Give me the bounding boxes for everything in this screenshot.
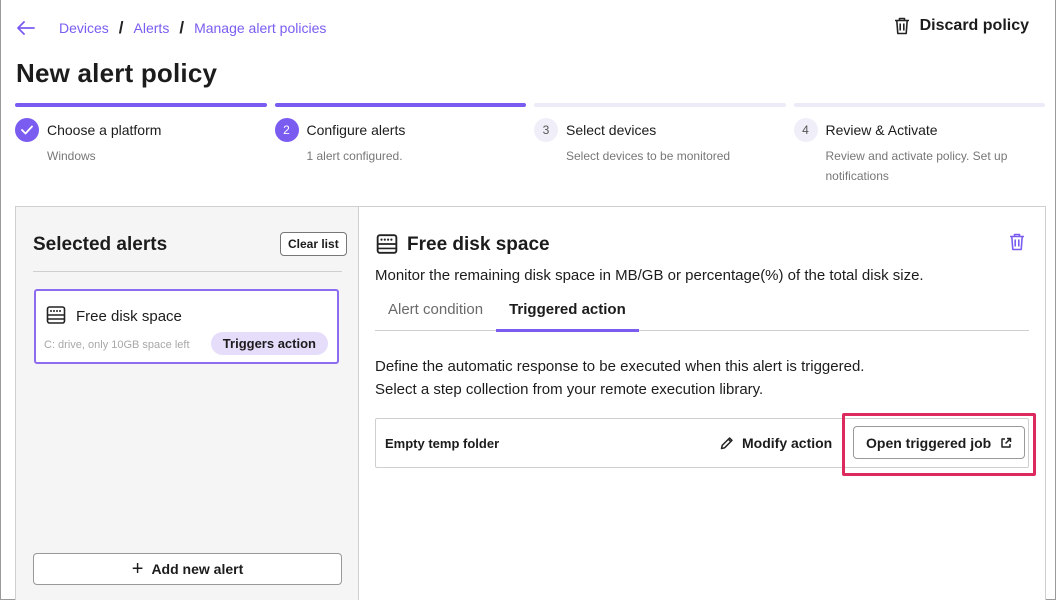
step-progress-bar (274, 103, 526, 107)
selected-alerts-pane: Selected alerts Clear list Free disk spa… (16, 207, 359, 600)
step-subtitle: Windows (47, 149, 96, 163)
alert-config-panel: Selected alerts Clear list Free disk spa… (15, 206, 1046, 600)
step-title: Review & Activate (825, 122, 938, 138)
alert-detail-title: Free disk space (407, 234, 550, 255)
hard-drive-icon (46, 305, 66, 330)
alert-card-name: Free disk space (76, 308, 182, 325)
action-name: Empty temp folder (385, 435, 500, 451)
breadcrumb-manage-alert-policies[interactable]: Manage alert policies (194, 20, 326, 36)
clear-list-button[interactable]: Clear list (280, 232, 347, 256)
top-bar: Devices / Alerts / Manage alert policies… (15, 16, 1031, 40)
step-subtitle: Review and activate policy. Set up notif… (825, 149, 1008, 183)
alert-tabs: Alert condition Triggered action (375, 295, 1029, 332)
step-number: 2 (274, 118, 299, 142)
step-configure-alerts[interactable]: 2 Configure alerts 1 alert configured. (274, 103, 526, 186)
selected-alerts-title: Selected alerts (33, 234, 168, 255)
breadcrumb-separator: / (179, 18, 185, 37)
modify-action-label: Modify action (742, 435, 833, 451)
step-title: Choose a platform (47, 122, 162, 138)
step-number: 4 (793, 118, 818, 142)
step-title: Configure alerts (306, 122, 406, 138)
modify-action-button[interactable]: Modify action (720, 435, 832, 451)
step-select-devices[interactable]: 3 Select devices Select devices to be mo… (534, 103, 786, 186)
add-new-alert-button[interactable]: + Add new alert (33, 553, 342, 585)
open-triggered-job-button[interactable]: Open triggered job (853, 426, 1026, 459)
stepper: Choose a platform Windows 2 Configure al… (15, 103, 1045, 186)
tab-alert-condition[interactable]: Alert condition (375, 295, 496, 331)
discard-policy-label: Discard policy (919, 17, 1029, 34)
breadcrumb-alerts[interactable]: Alerts (134, 20, 170, 36)
instruction-line-2: Select a step collection from your remot… (375, 381, 764, 398)
delete-alert-icon[interactable] (1009, 233, 1025, 256)
checkmark-icon (15, 118, 39, 142)
triggered-action-instructions: Define the automatic response to be exec… (375, 355, 864, 401)
step-title: Select devices (566, 122, 657, 138)
alert-card-free-disk-space[interactable]: Free disk space C: drive, only 10GB spac… (34, 289, 339, 364)
step-progress-bar (15, 103, 267, 107)
alert-card-condition: C: drive, only 10GB space left (44, 339, 190, 351)
hard-drive-icon (376, 233, 398, 260)
plus-icon: + (131, 558, 144, 580)
tab-triggered-action[interactable]: Triggered action (496, 295, 639, 332)
alert-detail-pane: Free disk space Monitor the remaining di… (359, 207, 1045, 600)
step-subtitle: Select devices to be monitored (566, 149, 731, 163)
step-number: 3 (534, 118, 558, 142)
app-window: Devices / Alerts / Manage alert policies… (0, 0, 1056, 600)
trash-icon (894, 17, 909, 35)
external-link-icon (1001, 437, 1012, 448)
step-progress-bar (793, 103, 1045, 107)
triggers-action-badge: Triggers action (210, 332, 328, 355)
open-triggered-job-label: Open triggered job (866, 434, 992, 451)
back-arrow-icon[interactable] (15, 17, 37, 39)
step-choose-platform[interactable]: Choose a platform Windows (15, 103, 267, 186)
step-progress-bar (534, 103, 786, 107)
page-title: New alert policy (16, 58, 218, 88)
alert-description: Monitor the remaining disk space in MB/G… (375, 267, 924, 284)
divider (33, 271, 342, 272)
breadcrumb-devices[interactable]: Devices (59, 20, 109, 36)
discard-policy-button[interactable]: Discard policy (894, 17, 1029, 35)
triggered-action-row: Empty temp folder Modify action Open tri… (375, 418, 1029, 468)
pencil-icon (720, 437, 733, 450)
instruction-line-1: Define the automatic response to be exec… (375, 358, 865, 375)
add-new-alert-label: Add new alert (151, 561, 244, 577)
breadcrumb-separator: / (118, 18, 124, 37)
step-review-activate[interactable]: 4 Review & Activate Review and activate … (793, 103, 1045, 186)
step-subtitle: 1 alert configured. (306, 149, 403, 163)
